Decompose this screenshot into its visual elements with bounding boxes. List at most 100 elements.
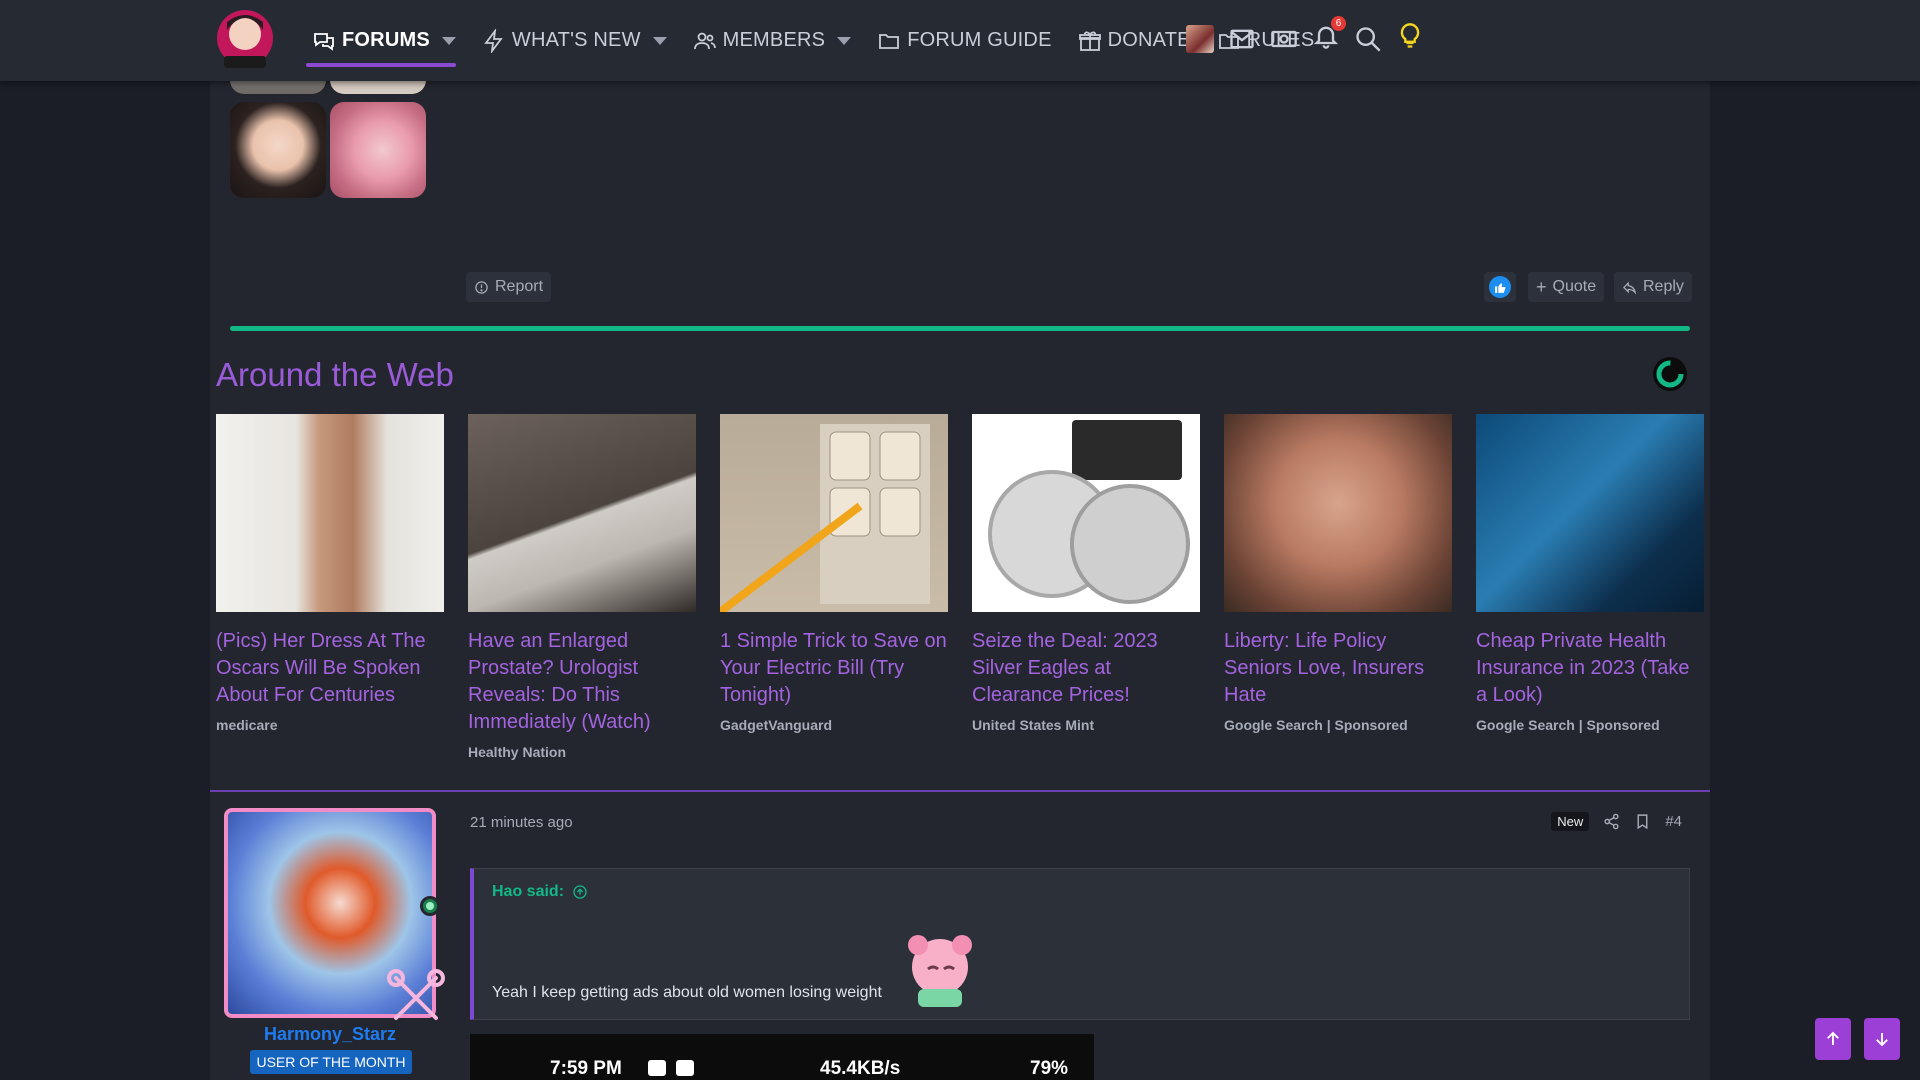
ad-card[interactable]: Liberty: Life Policy Seniors Love, Insur… <box>1224 414 1452 733</box>
users-icon <box>693 32 716 49</box>
top-navigation: FORUMS WHAT'S NEW MEMBERS FORUM GUIDE DO… <box>0 0 1920 81</box>
thumbs-up-icon <box>1489 276 1511 298</box>
quote-block: Hao said: Yeah I keep getting ads about … <box>470 868 1690 1020</box>
ad-source: Google Search | Sponsored <box>1476 717 1660 733</box>
arrow-up-circle-icon[interactable] <box>572 884 588 900</box>
new-badge: New <box>1551 812 1590 831</box>
around-the-web-title: Around the Web <box>216 356 454 393</box>
coin-illustration <box>988 420 1190 604</box>
nav-members[interactable]: MEMBERS <box>693 0 852 81</box>
ad-card[interactable]: Seize the Deal: 2023 Silver Eagles at Cl… <box>972 414 1200 733</box>
chat-icon <box>314 32 334 51</box>
chevron-down-icon[interactable] <box>837 36 852 45</box>
nav-label: WHAT'S NEW <box>511 29 641 51</box>
ad-card[interactable]: 1 Simple Trick to Save on Your Electric … <box>717 414 948 733</box>
gift-icon <box>1078 30 1101 51</box>
user-avatar[interactable] <box>1186 24 1214 53</box>
user-toolbar: 6 <box>1186 16 1424 55</box>
nav-donate[interactable]: DONATE <box>1078 0 1191 81</box>
quote-button[interactable]: + Quote <box>1528 272 1605 302</box>
like-button[interactable] <box>1484 272 1516 302</box>
ad-image[interactable] <box>717 414 948 616</box>
message-icon <box>648 1060 666 1076</box>
post-timestamp[interactable]: 21 minutes ago <box>470 814 573 831</box>
ad-title[interactable]: (Pics) Her Dress At The Oscars Will Be S… <box>216 628 444 709</box>
post-meta: New #4 <box>1551 812 1682 831</box>
ad-source: United States Mint <box>972 717 1095 733</box>
reply-button[interactable]: Reply <box>1614 272 1692 302</box>
post-number-link[interactable]: #4 <box>1665 813 1682 830</box>
alerts-button[interactable]: 6 <box>1312 16 1346 55</box>
active-indicator <box>306 63 456 67</box>
arrow-down-icon <box>1876 1033 1888 1047</box>
ad-image[interactable] <box>1224 414 1452 612</box>
attachment-thumbnail[interactable] <box>230 102 326 198</box>
nav-label: MEMBERS <box>722 29 826 51</box>
lightbulb-icon <box>1400 23 1420 48</box>
ad-title[interactable]: Liberty: Life Policy Seniors Love, Insur… <box>1224 628 1452 709</box>
ad-title[interactable]: Cheap Private Health Insurance in 2023 (… <box>1476 628 1704 709</box>
ad-card[interactable]: (Pics) Her Dress At The Oscars Will Be S… <box>216 414 444 733</box>
online-status-icon <box>420 896 440 916</box>
quote-header[interactable]: Hao said: <box>492 883 588 901</box>
ad-image[interactable] <box>468 414 696 612</box>
screenshot-speed: 45.4KB/s <box>820 1058 901 1079</box>
search-icon[interactable] <box>1354 25 1382 53</box>
ad-source: Healthy Nation <box>468 744 567 760</box>
quote-label: Quote <box>1552 278 1597 295</box>
ad-title[interactable]: 1 Simple Trick to Save on Your Electric … <box>720 628 948 709</box>
chevron-down-icon[interactable] <box>441 36 456 45</box>
post-separator <box>210 790 1710 792</box>
quote-author: Hao said: <box>492 883 565 900</box>
main-content: Report + Quote Reply Around the Web (Pic… <box>210 0 1710 1080</box>
ad-image[interactable] <box>1476 414 1704 612</box>
arrow-up-icon <box>1827 1031 1839 1045</box>
ad-network-logo-icon[interactable] <box>1650 354 1690 394</box>
ad-title[interactable]: Seize the Deal: 2023 Silver Eagles at Cl… <box>972 628 1200 709</box>
report-button[interactable]: Report <box>466 272 552 302</box>
wallet-icon[interactable] <box>1270 25 1298 53</box>
username-link[interactable]: Harmony_Starz <box>224 1024 436 1045</box>
user-title-banner: USER OF THE MONTH <box>250 1050 412 1074</box>
screenshot-time: 7:59 PM <box>550 1058 622 1079</box>
reply-icon <box>1622 281 1637 295</box>
plus-icon: + <box>1536 276 1547 297</box>
folder-icon <box>879 33 900 49</box>
nav-label: FORUM GUIDE <box>907 29 1052 51</box>
ad-source: GadgetVanguard <box>720 717 833 733</box>
ad-card[interactable]: Cheap Private Health Insurance in 2023 (… <box>1476 414 1704 733</box>
envelope-icon[interactable] <box>1228 25 1256 53</box>
nav-label: DONATE <box>1107 29 1191 51</box>
crossed-keys-icon <box>387 969 445 1020</box>
ad-image[interactable] <box>216 414 444 612</box>
chevron-down-icon[interactable] <box>652 36 667 45</box>
bookmark-icon[interactable] <box>1634 813 1651 830</box>
scroll-bottom-button[interactable] <box>1864 1018 1900 1060</box>
message-icon <box>676 1060 694 1076</box>
ad-card[interactable]: Have an Enlarged Prostate? Urologist Rev… <box>468 414 696 760</box>
scroll-top-button[interactable] <box>1815 1018 1851 1060</box>
report-label: Report <box>495 278 544 295</box>
notification-badge: 6 <box>1331 16 1346 31</box>
alert-circle-icon <box>475 280 488 294</box>
nav-label: FORUMS <box>342 29 430 51</box>
site-logo[interactable] <box>214 4 276 72</box>
ad-source: Google Search | Sponsored <box>1224 717 1408 733</box>
outlet-illustration <box>717 424 930 616</box>
nav-forum-guide[interactable]: FORUM GUIDE <box>877 0 1051 81</box>
nav-whats-new[interactable]: WHAT'S NEW <box>482 0 667 81</box>
ad-source: medicare <box>216 717 278 733</box>
sticker-emoji-icon <box>908 935 972 1007</box>
attached-screenshot[interactable]: 7:59 PM 45.4KB/s 79% <box>470 1034 1094 1080</box>
reply-label: Reply <box>1643 278 1684 295</box>
ad-image[interactable] <box>972 414 1200 612</box>
ad-title[interactable]: Have an Enlarged Prostate? Urologist Rev… <box>468 628 696 736</box>
post-divider <box>230 326 1690 331</box>
attachment-thumbnail[interactable] <box>330 102 426 198</box>
nav-forums[interactable]: FORUMS <box>306 0 456 81</box>
screenshot-battery: 79% <box>1030 1058 1069 1079</box>
share-icon[interactable] <box>1603 813 1620 830</box>
quote-text: Yeah I keep getting ads about old women … <box>492 984 882 1001</box>
theme-toggle-button[interactable] <box>1396 22 1424 55</box>
bolt-icon <box>484 28 503 53</box>
